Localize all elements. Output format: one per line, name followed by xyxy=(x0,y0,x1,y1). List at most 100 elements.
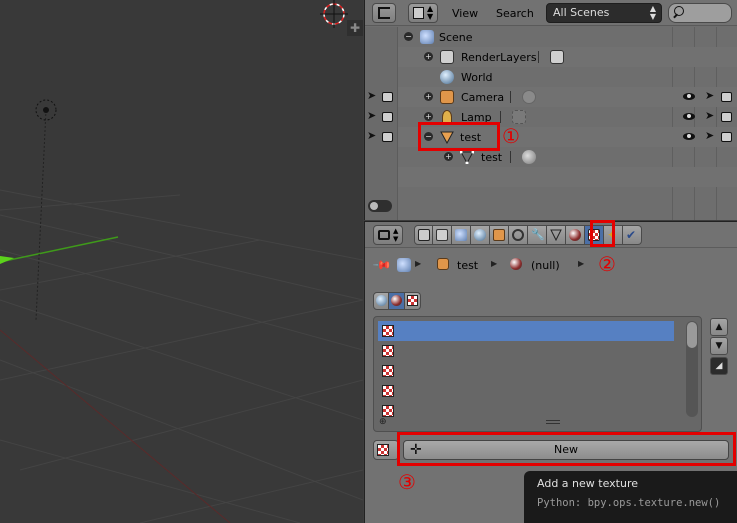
cursor-icon[interactable]: ➤ xyxy=(367,89,376,102)
camera-icon xyxy=(440,90,454,104)
cursor-icon[interactable]: ➤ xyxy=(367,129,376,142)
render-icon[interactable] xyxy=(721,112,732,122)
object-icon xyxy=(437,258,449,270)
plus-icon[interactable]: ✚ xyxy=(347,20,363,36)
tab-render-layers[interactable] xyxy=(433,225,452,245)
divider xyxy=(510,151,511,163)
outliner-restrict-column-left xyxy=(365,27,398,220)
outliner-row-world[interactable]: World xyxy=(398,67,737,87)
eye-icon[interactable] xyxy=(683,113,695,120)
tab-scene[interactable] xyxy=(452,225,471,245)
list-item[interactable] xyxy=(378,381,674,401)
breadcrumb-material: (null) xyxy=(531,259,560,272)
expand-icon[interactable]: + xyxy=(424,92,433,101)
material-icon xyxy=(522,150,536,164)
search-input[interactable] xyxy=(668,3,732,23)
breadcrumb-arrow-icon: ▶ xyxy=(578,259,585,268)
scrollbar[interactable] xyxy=(686,321,698,417)
cursor-icon[interactable]: ➤ xyxy=(367,109,376,122)
cursor-icon[interactable]: ➤ xyxy=(705,89,714,102)
annotation-marker-2: ② xyxy=(598,252,616,276)
outliner-filter-toggle[interactable] xyxy=(368,200,392,212)
list-item[interactable] xyxy=(378,321,674,341)
outliner-row-empty xyxy=(398,167,737,187)
list-item[interactable] xyxy=(378,401,674,421)
texture-slot-list[interactable]: ⊕ xyxy=(373,316,702,432)
tab-render[interactable] xyxy=(414,225,433,245)
expand-icon[interactable]: + xyxy=(444,152,453,161)
editor-type-button[interactable] xyxy=(372,3,396,23)
breadcrumb: 📌 ▶ test ▶ (null) ▶ xyxy=(372,255,733,276)
render-icon[interactable] xyxy=(721,92,732,102)
chevron-updown-icon: ▲ ▼ xyxy=(649,4,656,21)
display-mode-select[interactable]: All Scenes ▲ ▼ xyxy=(546,3,662,23)
tab-modifiers[interactable]: 🔧 xyxy=(528,225,547,245)
breadcrumb-arrow-icon: ▶ xyxy=(415,259,422,268)
specials-menu-button[interactable]: ◢ xyxy=(710,357,728,375)
mesh-data-icon xyxy=(550,229,562,242)
editor-type-button[interactable]: ▲ ▼ xyxy=(373,225,403,245)
tab-material[interactable] xyxy=(566,225,585,245)
tab-constraints[interactable] xyxy=(509,225,528,245)
cursor-icon[interactable]: ➤ xyxy=(705,109,714,122)
annotation-box-2 xyxy=(590,220,615,247)
properties-icon xyxy=(378,230,390,240)
render-icon[interactable] xyxy=(382,92,393,102)
expand-icon[interactable]: + xyxy=(424,52,433,61)
render-icon xyxy=(418,229,430,241)
render-icon[interactable] xyxy=(382,112,393,122)
chevron-updown-icon: ▲ ▼ xyxy=(427,4,434,21)
tab-other-texture[interactable] xyxy=(405,292,421,310)
move-down-button[interactable]: ▼ xyxy=(710,337,728,355)
texture-context-tabs xyxy=(373,292,421,310)
tab-world[interactable] xyxy=(471,225,490,245)
outliner-row-renderlayers[interactable]: + RenderLayers xyxy=(398,47,737,67)
divider xyxy=(510,91,511,103)
view-menu[interactable]: View xyxy=(452,7,478,20)
tree-label: World xyxy=(461,71,493,84)
plus-icon[interactable]: ⊕ xyxy=(379,417,387,427)
tree-label: test xyxy=(481,151,503,164)
tree-label: RenderLayers xyxy=(461,51,537,64)
annotation-marker-1: ① xyxy=(502,124,520,148)
eye-icon[interactable] xyxy=(683,133,695,140)
material-icon xyxy=(391,295,402,306)
eye-icon[interactable] xyxy=(683,93,695,100)
cursor-icon[interactable]: ➤ xyxy=(705,129,714,142)
outliner-row-scene[interactable]: − Scene xyxy=(398,27,737,47)
divider xyxy=(500,111,501,123)
list-item[interactable] xyxy=(378,361,674,381)
tab-data[interactable] xyxy=(547,225,566,245)
search-menu[interactable]: Search xyxy=(496,7,534,20)
3d-viewport[interactable]: ✚ xyxy=(0,0,363,523)
tab-material-texture[interactable] xyxy=(389,292,405,310)
pin-icon[interactable]: 📌 xyxy=(372,255,392,275)
tab-physics[interactable]: ✔ xyxy=(623,225,642,245)
world-icon xyxy=(440,70,454,84)
tooltip-title: Add a new texture xyxy=(537,477,638,490)
properties-header: ▲ ▼ 🔧 ✦ ✔ xyxy=(365,222,737,248)
world-icon xyxy=(474,229,486,241)
expand-icon[interactable]: + xyxy=(424,112,433,121)
material-icon xyxy=(510,258,522,270)
texture-icon xyxy=(382,325,394,337)
render-icon[interactable] xyxy=(721,132,732,142)
scrollbar-thumb[interactable] xyxy=(687,322,697,348)
tab-object[interactable] xyxy=(490,225,509,245)
annotation-box-1 xyxy=(418,122,500,151)
collapse-icon[interactable]: − xyxy=(404,32,413,41)
display-mode-button[interactable]: ▲ ▼ xyxy=(408,3,438,23)
render-icon[interactable] xyxy=(382,132,393,142)
object-icon xyxy=(493,229,505,241)
list-item[interactable] xyxy=(378,341,674,361)
texture-icon xyxy=(382,385,394,397)
move-up-button[interactable]: ▲ xyxy=(710,318,728,336)
texture-browse-button[interactable] xyxy=(373,440,399,460)
mesh-data-icon xyxy=(459,150,475,165)
display-mode-value: All Scenes xyxy=(553,6,610,19)
annotation-box-3 xyxy=(397,432,736,466)
tab-world-texture[interactable] xyxy=(373,292,389,310)
physics-icon: ✔ xyxy=(626,228,637,242)
resize-grip[interactable] xyxy=(546,420,560,424)
annotation-marker-3: ③ xyxy=(398,470,416,494)
